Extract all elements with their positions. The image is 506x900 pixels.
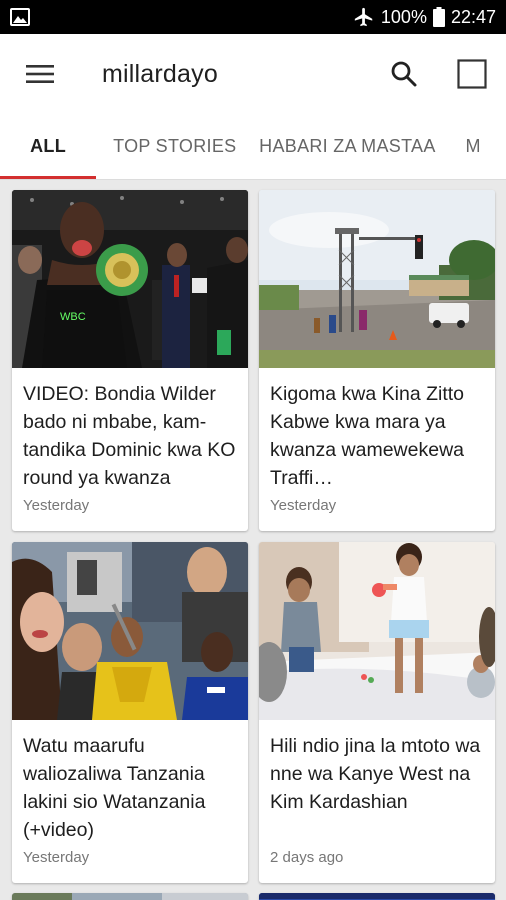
article-time: Yesterday (23, 497, 90, 514)
article-image-partial (12, 893, 248, 900)
article-image-children (259, 542, 495, 720)
article-headline: VIDEO: Bondia Wilder bado ni mbabe, kam-… (23, 383, 236, 489)
article-time: Yesterday (270, 497, 337, 514)
battery-percent: 100% (380, 6, 427, 27)
tab-top-stories[interactable]: TOP STORIES (96, 114, 242, 179)
app-bar: millardayo (0, 34, 506, 114)
article-card[interactable]: WBC VIDEO: Bondia Wilder bado ni mbabe, … (12, 190, 248, 531)
article-time: Yesterday (23, 849, 90, 866)
clock: 22:47 (450, 6, 496, 27)
article-headline: Watu maarufu waliozaliwa Tanzania lakini… (23, 735, 206, 841)
overview-button[interactable] (452, 54, 492, 94)
gallery-notification-icon (10, 8, 32, 26)
article-image-boxer: WBC (12, 190, 248, 368)
article-card[interactable]: Kigoma kwa Kina Zitto Kabwe kwa mara ya … (259, 190, 495, 531)
article-headline: Kigoma kwa Kina Zitto Kabwe kwa mara ya … (270, 383, 465, 489)
article-time: 2 days ago (270, 849, 344, 866)
category-tabs: ALL TOP STORIES HABARI ZA MASTAA M (0, 114, 506, 180)
article-card-partial[interactable] (259, 893, 495, 900)
battery-icon (432, 7, 445, 27)
tab-habari-za-mastaa[interactable]: HABARI ZA MASTAA (242, 114, 448, 179)
tab-all[interactable]: ALL (0, 114, 97, 179)
tab-next-partial[interactable]: M (449, 114, 506, 179)
article-card-partial[interactable] (12, 893, 248, 900)
app-title: millardayo (102, 59, 218, 88)
menu-button[interactable] (20, 54, 60, 94)
search-icon (391, 61, 417, 87)
article-image-celebrities (12, 542, 248, 720)
svg-text:WBC: WBC (60, 311, 86, 323)
airplane-mode-icon (353, 6, 375, 28)
article-card[interactable]: Watu maarufu waliozaliwa Tanzania lakini… (12, 542, 248, 883)
hamburger-icon (26, 65, 54, 83)
status-bar: 100% 22:47 (0, 0, 506, 34)
article-image-partial (259, 893, 495, 900)
article-image-street (259, 190, 495, 368)
article-headline: Hili ndio jina la mtoto wa nne wa Kanye … (270, 735, 481, 813)
search-button[interactable] (384, 54, 424, 94)
article-card[interactable]: Hili ndio jina la mtoto wa nne wa Kanye … (259, 542, 495, 883)
square-icon (457, 59, 487, 89)
article-grid: WBC VIDEO: Bondia Wilder bado ni mbabe, … (0, 181, 506, 900)
